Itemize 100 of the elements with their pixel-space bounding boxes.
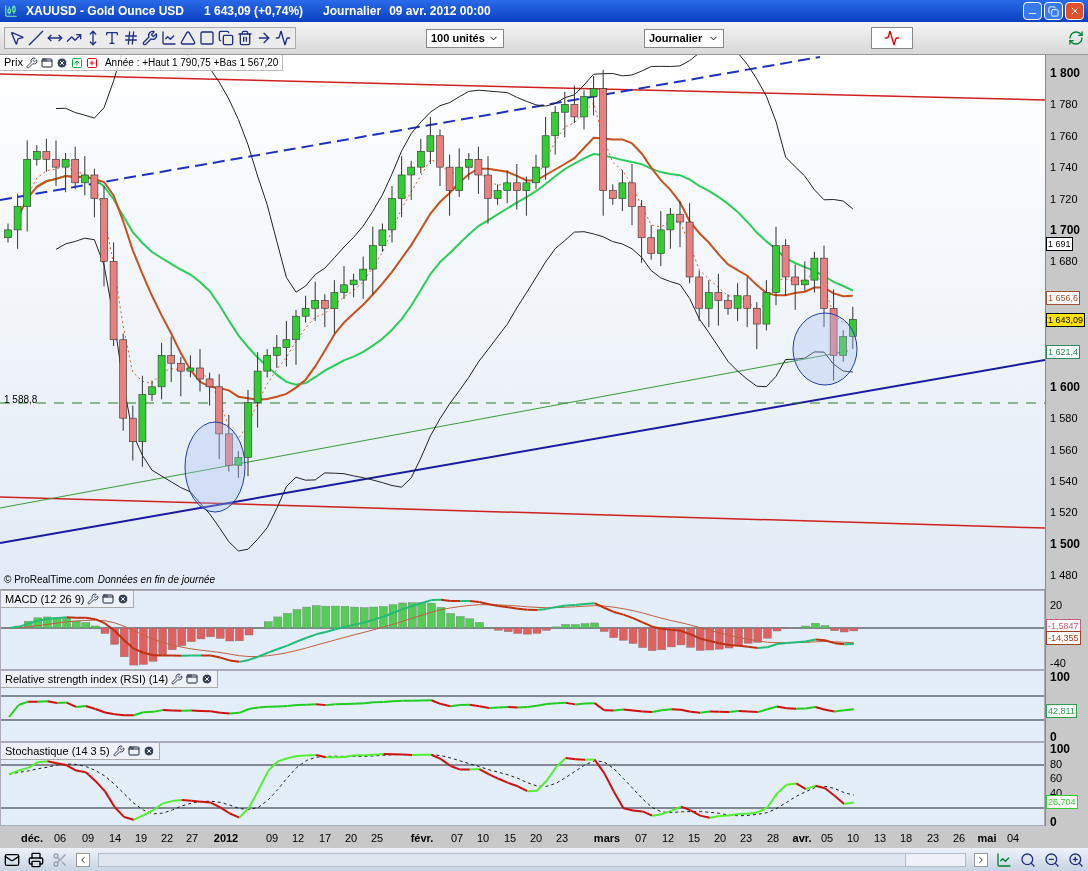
close-icon[interactable]	[201, 673, 214, 685]
date-label: 13	[873, 831, 887, 846]
histogram-bar	[446, 613, 455, 629]
date-label: 10	[476, 831, 490, 846]
axis-label: 1 580	[1050, 411, 1078, 426]
histogram-bar	[398, 602, 407, 629]
histogram-bar	[724, 627, 734, 649]
date-label: 25	[370, 831, 384, 846]
histogram-bar	[196, 627, 206, 640]
price-marker: 1 656,6	[1046, 291, 1081, 305]
pulse-icon[interactable]	[275, 30, 291, 46]
axis-label: 1 740	[1050, 160, 1078, 175]
chart-line-icon[interactable]	[161, 30, 177, 46]
date-label: 09	[265, 831, 279, 846]
plus-icon[interactable]	[85, 56, 98, 69]
axis-label: 1 680	[1050, 254, 1078, 269]
histogram-bar	[648, 627, 657, 651]
refresh-icon[interactable]	[1068, 30, 1084, 46]
date-label: 23	[555, 831, 569, 846]
date-label: 20	[344, 831, 358, 846]
scroll-right-button[interactable]	[974, 852, 988, 867]
rectangle-icon[interactable]	[199, 30, 215, 46]
level-label: 1 588,8	[4, 393, 38, 407]
histogram-bar	[225, 627, 234, 642]
axis-label: 1 480	[1050, 568, 1078, 583]
price-quote: 1 643,09 (+0,74%)	[204, 3, 304, 20]
trash-icon[interactable]	[237, 30, 253, 46]
axis-label: 80	[1050, 757, 1063, 771]
zoom-out-icon[interactable]	[1044, 851, 1060, 868]
histogram-bar	[350, 606, 359, 629]
printer-icon[interactable]	[28, 851, 44, 868]
year-range-info: Année : +Haut 1 790,75 +Bas 1 567,20	[104, 56, 279, 70]
triangle-icon[interactable]	[180, 30, 196, 46]
histogram-bar	[43, 616, 52, 629]
close-button[interactable]	[1065, 2, 1084, 20]
histogram-bar	[312, 605, 321, 629]
price-marker: 1 621,4	[1046, 345, 1081, 359]
window-icon[interactable]	[40, 56, 53, 69]
date-label: 20	[713, 831, 727, 846]
axis-label: 1 780	[1050, 97, 1078, 112]
histogram-bar	[72, 620, 81, 629]
scrollbar-track[interactable]	[98, 852, 966, 867]
close-icon[interactable]	[117, 593, 130, 605]
panel-label: Relative strength index (RSI) (14)	[5, 671, 169, 687]
settings-icon[interactable]	[112, 745, 125, 757]
histogram-bar	[177, 627, 186, 646]
chart-style-button[interactable]	[871, 27, 913, 49]
wrench-icon[interactable]	[142, 30, 158, 46]
timeframe-dropdown[interactable]: Journalier	[644, 28, 724, 48]
date-label: 2012	[213, 831, 239, 846]
histogram-bar	[321, 605, 330, 629]
window-icon[interactable]	[127, 745, 140, 757]
histogram-bar	[360, 607, 369, 629]
zoom-in-icon[interactable]	[1068, 851, 1084, 868]
date-label: 09 avr. 2012 00:00	[389, 3, 491, 20]
date-label: 27	[185, 831, 199, 846]
scrollbar-thumb[interactable]	[905, 853, 965, 866]
histogram-bar	[638, 627, 647, 648]
axis-label: 0	[1050, 815, 1057, 829]
histogram-bar	[388, 604, 398, 629]
histogram-bar	[676, 627, 686, 646]
arrow-icon[interactable]	[256, 30, 272, 46]
date-label: 09	[81, 831, 95, 846]
histogram-bar	[417, 602, 426, 629]
close-icon[interactable]	[55, 56, 68, 69]
date-label: 22	[160, 831, 174, 846]
axis-label: 100	[1050, 742, 1071, 756]
histogram-bar	[369, 606, 378, 629]
minimize-button[interactable]	[1023, 2, 1042, 20]
axis-label: 0	[1050, 730, 1057, 744]
close-icon[interactable]	[142, 745, 155, 757]
quantity-dropdown[interactable]: 100 unités	[426, 28, 504, 48]
settings-icon[interactable]	[25, 56, 38, 69]
window-icon[interactable]	[186, 673, 199, 685]
histogram-bar	[216, 627, 225, 639]
copy-icon[interactable]	[218, 30, 234, 46]
histogram-bar	[715, 627, 724, 650]
line-icon[interactable]	[28, 30, 44, 46]
chart-icon[interactable]	[996, 851, 1012, 868]
mail-icon[interactable]	[4, 851, 20, 868]
settings-icon[interactable]	[87, 593, 100, 605]
pointer-icon[interactable]	[9, 30, 25, 46]
restore-button[interactable]	[1044, 2, 1063, 20]
hash-icon[interactable]	[123, 30, 139, 46]
histogram-bar	[379, 606, 388, 629]
histogram-bar	[129, 627, 138, 666]
window-icon[interactable]	[102, 593, 115, 605]
price-marker: 1 643,09	[1046, 313, 1086, 327]
search-icon[interactable]	[1020, 851, 1036, 868]
interval-label: Journalier	[323, 3, 382, 20]
price-marker: -14,355	[1046, 631, 1081, 645]
scroll-left-button[interactable]	[76, 852, 90, 867]
caret-icon	[78, 854, 88, 865]
settings-icon[interactable]	[171, 673, 184, 685]
axis-label: 1 500	[1050, 536, 1081, 551]
date-label: 20	[529, 831, 543, 846]
chart-icon	[884, 30, 900, 46]
date-label: 04	[1006, 831, 1020, 846]
histogram-bar	[302, 606, 311, 629]
text-icon[interactable]	[104, 30, 120, 46]
